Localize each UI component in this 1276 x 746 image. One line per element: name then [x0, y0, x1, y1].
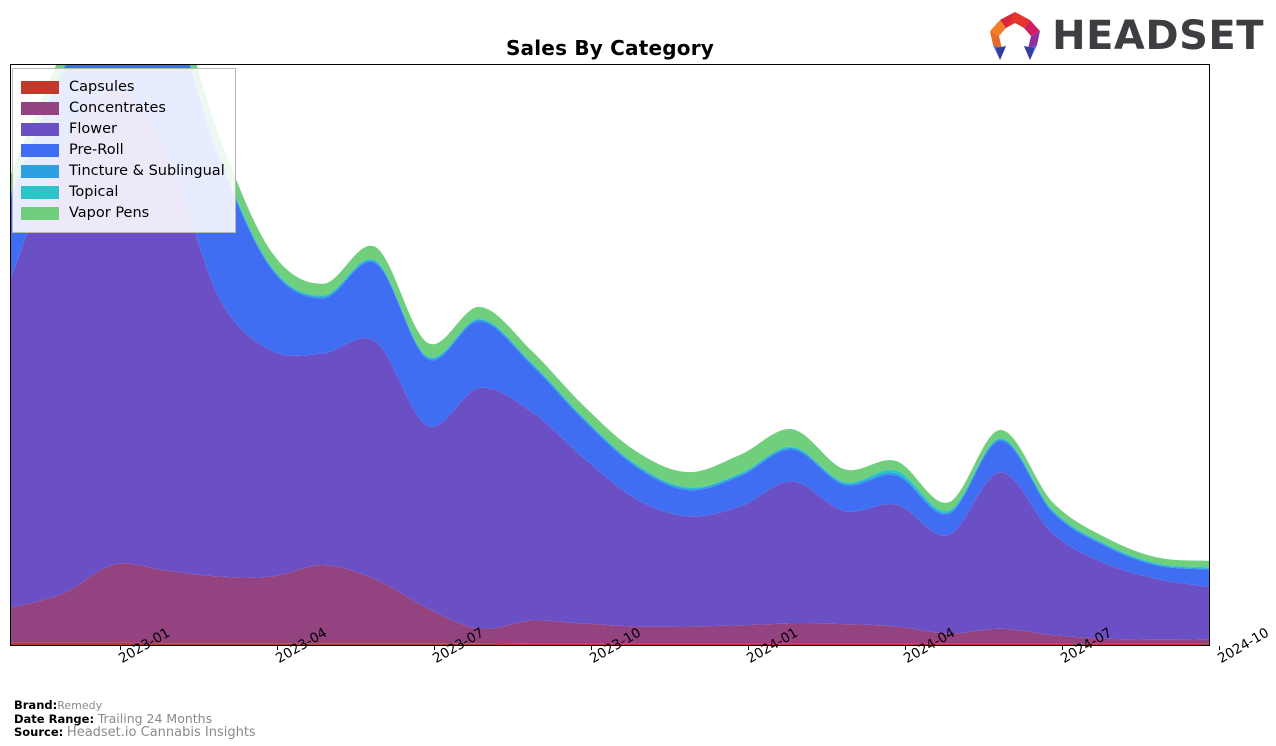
legend-item-topical[interactable]: Topical — [21, 182, 225, 203]
legend-item-flower[interactable]: Flower — [21, 119, 225, 140]
footer-source-key: Source: — [14, 725, 64, 740]
legend-swatch-icon — [21, 207, 59, 220]
footer-date-range-key: Date Range: — [14, 712, 95, 727]
legend-item-label: Tincture & Sublingual — [69, 163, 225, 180]
legend-item-concentrates[interactable]: Concentrates — [21, 98, 225, 119]
chart-footer: Brand:Remedy Date Range: Trailing 24 Mon… — [14, 698, 256, 741]
legend-item-tincture-sublingual[interactable]: Tincture & Sublingual — [21, 161, 225, 182]
footer-source-value: Headset.io Cannabis Insights — [66, 725, 256, 741]
legend-swatch-icon — [21, 102, 59, 115]
legend-item-vapor-pens[interactable]: Vapor Pens — [21, 203, 225, 224]
brand-logo: HEADSET — [984, 10, 1264, 62]
legend-item-label: Vapor Pens — [69, 205, 150, 222]
brand-wordmark: HEADSET — [1052, 13, 1264, 59]
legend-swatch-icon — [21, 81, 59, 94]
legend-swatch-icon — [21, 123, 59, 136]
x-axis: 2023-01 2023-04 2023-07 2023-10 2024-01 2024-… — [10, 625, 1272, 706]
x-axis-tick-label: 2024-10 — [1215, 624, 1272, 667]
legend-swatch-icon — [21, 144, 59, 157]
legend-swatch-icon — [21, 186, 59, 199]
footer-date-range-value: Trailing 24 Months — [97, 711, 213, 727]
headset-hexagon-logo-icon — [984, 10, 1046, 62]
footer-brand-value: Remedy — [57, 699, 103, 712]
footer-date-range-row: Date Range: Trailing 24 Months — [14, 712, 256, 726]
legend-item-capsules[interactable]: Capsules — [21, 77, 225, 98]
legend-item-label: Pre-Roll — [69, 142, 124, 159]
legend-item-label: Flower — [69, 121, 117, 138]
legend-item-pre-roll[interactable]: Pre-Roll — [21, 140, 225, 161]
legend-item-label: Concentrates — [69, 100, 166, 117]
footer-brand-key: Brand: — [14, 698, 58, 712]
legend-item-label: Capsules — [69, 79, 135, 96]
legend-swatch-icon — [21, 165, 59, 178]
footer-source-row: Source: Headset.io Cannabis Insights — [14, 725, 256, 741]
chart-legend: Capsules Concentrates Flower Pre-Roll Tinctu… — [12, 68, 236, 233]
legend-item-label: Topical — [69, 184, 119, 201]
